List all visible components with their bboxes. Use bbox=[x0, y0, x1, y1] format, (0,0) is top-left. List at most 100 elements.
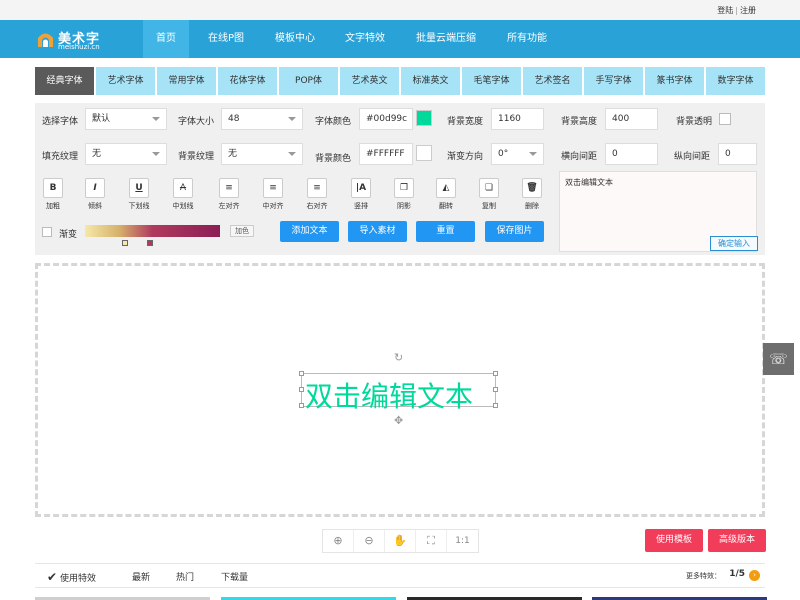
flip-button[interactable]: ◭ 翻转 bbox=[431, 178, 461, 214]
font-color-swatch[interactable] bbox=[416, 110, 432, 126]
bold-label: 加粗 bbox=[46, 202, 60, 210]
bold-button[interactable]: B 加粗 bbox=[38, 178, 68, 214]
bg-color-input[interactable]: #FFFFFF bbox=[359, 143, 413, 165]
copy-label: 复制 bbox=[482, 202, 496, 210]
bold-icon: B bbox=[43, 178, 63, 198]
delete-button[interactable]: 🗑 删除 bbox=[517, 178, 547, 214]
confirm-input-button[interactable]: 确定输入 bbox=[710, 236, 758, 251]
gradient-stop-handle[interactable] bbox=[147, 240, 153, 246]
tab-hot[interactable]: 热门 bbox=[176, 570, 194, 583]
phone-icon[interactable]: ☏ bbox=[763, 343, 794, 375]
italic-icon: I bbox=[85, 178, 105, 198]
font-select[interactable]: 默认 bbox=[85, 108, 167, 130]
effects-bar: ✔ 使用特效 最新 热门 下载量 更多特效： 1/5 › bbox=[35, 563, 765, 588]
tab-art-signature[interactable]: 艺术签名 bbox=[523, 67, 582, 95]
rotate-icon[interactable]: ↻ bbox=[394, 351, 403, 364]
font-color-input[interactable]: #00d99c bbox=[359, 108, 413, 130]
bg-transparent-checkbox[interactable] bbox=[719, 113, 731, 125]
bg-texture-select[interactable]: 无 bbox=[221, 143, 303, 165]
tab-seal-font[interactable]: 篆书字体 bbox=[645, 67, 704, 95]
nav-online-ps[interactable]: 在线P图 bbox=[199, 20, 253, 58]
font-color-label: 字体颜色 bbox=[315, 117, 352, 127]
font-category-tabs: 经典字体 艺术字体 常用字体 花体字体 POP体 艺术英文 标准英文 毛笔字体 … bbox=[35, 67, 765, 95]
nav-batch-compress[interactable]: 批量云端压缩 bbox=[410, 20, 482, 58]
tab-flower-font[interactable]: 花体字体 bbox=[218, 67, 277, 95]
advanced-version-button[interactable]: 高级版本 bbox=[708, 529, 766, 552]
import-material-button[interactable]: 导入素材 bbox=[348, 221, 407, 242]
tab-art-font[interactable]: 艺术字体 bbox=[96, 67, 155, 95]
gradient-checkbox[interactable] bbox=[42, 227, 52, 237]
chevron-down-icon bbox=[288, 152, 296, 156]
h-spacing-label: 横向间距 bbox=[561, 152, 598, 162]
page-indicator: 1/5 bbox=[729, 569, 745, 579]
hand-icon[interactable]: ✋ bbox=[385, 530, 416, 552]
align-right-button[interactable]: ≡ 右对齐 bbox=[302, 178, 332, 214]
tab-number-font[interactable]: 数字字体 bbox=[706, 67, 765, 95]
copy-button[interactable]: ❏ 复制 bbox=[474, 178, 504, 214]
chevron-down-icon bbox=[529, 152, 537, 156]
resize-handle[interactable] bbox=[493, 403, 498, 408]
align-right-label: 右对齐 bbox=[306, 202, 328, 210]
gradient-direction-select[interactable]: 0° bbox=[491, 143, 544, 165]
align-center-label: 中对齐 bbox=[262, 202, 284, 210]
save-image-button[interactable]: 保存图片 bbox=[485, 221, 544, 242]
tab-standard-english[interactable]: 标准英文 bbox=[401, 67, 460, 95]
bg-width-input[interactable]: 1160 bbox=[491, 108, 544, 130]
resize-handle[interactable] bbox=[299, 371, 304, 376]
tab-downloads[interactable]: 下载量 bbox=[221, 570, 248, 583]
account-links: 登陆 | 注册 bbox=[717, 5, 756, 16]
gradient-stop-handle[interactable] bbox=[122, 240, 128, 246]
font-size-label: 字体大小 bbox=[178, 117, 215, 127]
chevron-right-icon[interactable]: › bbox=[749, 570, 760, 581]
tab-handwriting-font[interactable]: 手写字体 bbox=[584, 67, 643, 95]
nav-templates[interactable]: 模板中心 bbox=[267, 20, 323, 58]
nav-all-features[interactable]: 所有功能 bbox=[499, 20, 555, 58]
register-link[interactable]: 注册 bbox=[740, 6, 756, 15]
align-left-button[interactable]: ≡ 左对齐 bbox=[214, 178, 244, 214]
nav-text-effects[interactable]: 文字特效 bbox=[337, 20, 393, 58]
vertical-text-icon: |A bbox=[351, 178, 371, 198]
h-spacing-input[interactable]: 0 bbox=[605, 143, 658, 165]
use-effects-tab[interactable]: ✔ 使用特效 bbox=[47, 570, 96, 584]
move-icon[interactable]: ✥ bbox=[394, 414, 403, 427]
italic-button[interactable]: I 倾斜 bbox=[80, 178, 110, 214]
resize-handle[interactable] bbox=[299, 387, 304, 392]
resize-handle[interactable] bbox=[299, 403, 304, 408]
actual-size-button[interactable]: 1:1 bbox=[447, 530, 478, 552]
reset-button[interactable]: 重置 bbox=[416, 221, 475, 242]
login-link[interactable]: 登陆 bbox=[717, 6, 733, 15]
site-logo[interactable]: 美术字 meishuzi.cn bbox=[37, 28, 117, 52]
resize-handle[interactable] bbox=[493, 371, 498, 376]
bg-color-swatch[interactable] bbox=[416, 145, 432, 161]
align-center-button[interactable]: ≡ 中对齐 bbox=[258, 178, 288, 214]
v-spacing-input[interactable]: 0 bbox=[718, 143, 757, 165]
tab-art-english[interactable]: 艺术英文 bbox=[340, 67, 399, 95]
strikethrough-button[interactable]: A 中划线 bbox=[168, 178, 198, 214]
shadow-button[interactable]: ❐ 阴影 bbox=[389, 178, 419, 214]
use-template-button[interactable]: 使用模板 bbox=[645, 529, 703, 552]
gradient-bar[interactable] bbox=[85, 225, 220, 237]
zoom-out-icon[interactable]: ⊖ bbox=[354, 530, 385, 552]
bg-height-input[interactable]: 400 bbox=[605, 108, 658, 130]
underline-button[interactable]: U 下划线 bbox=[124, 178, 154, 214]
tab-classic-font[interactable]: 经典字体 bbox=[35, 67, 94, 95]
add-text-button[interactable]: 添加文本 bbox=[280, 221, 339, 242]
tab-pop-font[interactable]: POP体 bbox=[279, 67, 338, 95]
add-color-button[interactable]: 加色 bbox=[230, 225, 254, 237]
fill-texture-select[interactable]: 无 bbox=[85, 143, 167, 165]
tab-brush-font[interactable]: 毛笔字体 bbox=[462, 67, 521, 95]
link-separator: | bbox=[735, 6, 738, 15]
use-effects-label: 使用特效 bbox=[59, 574, 96, 584]
vertical-text-button[interactable]: |A 竖排 bbox=[346, 178, 376, 214]
zoom-in-icon[interactable]: ⊕ bbox=[323, 530, 354, 552]
chevron-down-icon bbox=[288, 117, 296, 121]
tab-latest[interactable]: 最新 bbox=[132, 570, 150, 583]
canvas-text[interactable]: 双击编辑文本 bbox=[305, 375, 493, 415]
gradient-direction-label: 渐变方向 bbox=[447, 152, 484, 162]
bg-color-label: 背景颜色 bbox=[315, 154, 352, 164]
tab-common-font[interactable]: 常用字体 bbox=[157, 67, 216, 95]
font-size-select[interactable]: 48 bbox=[221, 108, 303, 130]
fit-screen-icon[interactable]: ⛶ bbox=[416, 530, 447, 552]
nav-home[interactable]: 首页 bbox=[143, 20, 189, 58]
resize-handle[interactable] bbox=[493, 387, 498, 392]
